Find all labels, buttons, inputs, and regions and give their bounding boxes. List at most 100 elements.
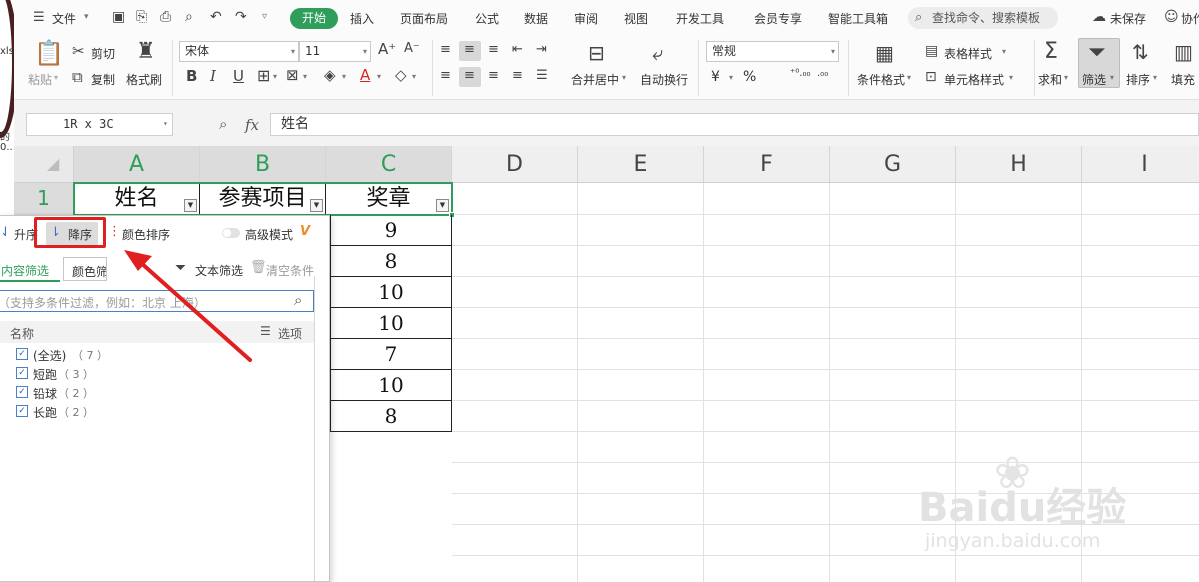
- tab-member[interactable]: 会员专享: [754, 10, 802, 27]
- zoom-formula-icon[interactable]: ⌕: [219, 117, 227, 132]
- chevron-down-icon[interactable]: ▾: [1064, 74, 1068, 82]
- file-menu[interactable]: 文件: [52, 10, 76, 27]
- font-size-select[interactable]: 11 ▾: [299, 41, 371, 62]
- sort-button[interactable]: 排序: [1126, 71, 1150, 88]
- color-sort-button[interactable]: 颜色排序: [122, 226, 170, 243]
- font-color-icon[interactable]: A: [360, 68, 370, 83]
- wrap-text-button[interactable]: 自动换行: [640, 71, 688, 88]
- shrink-font-icon[interactable]: A⁻: [404, 42, 420, 55]
- column-header-c[interactable]: C: [326, 146, 452, 183]
- formula-input[interactable]: 姓名: [270, 113, 1199, 136]
- row-header-1[interactable]: 1: [14, 183, 74, 215]
- fill-color-icon[interactable]: ◈: [324, 68, 336, 83]
- conditional-format-icon[interactable]: ▦: [875, 43, 894, 63]
- sort-asc-icon[interactable]: ⇃: [0, 226, 11, 239]
- cell-style-icon[interactable]: ⊡: [925, 70, 937, 84]
- clear-conditions-button[interactable]: 清空条件: [266, 262, 314, 279]
- list-item[interactable]: ✓ 短跑 （ 3 ）: [0, 364, 300, 383]
- chevron-down-icon[interactable]: ▾: [303, 73, 307, 81]
- chevron-down-icon[interactable]: ▾: [1110, 74, 1114, 82]
- list-item[interactable]: ✓ 长跑 （ 2 ）: [0, 402, 300, 421]
- currency-button[interactable]: ¥: [711, 69, 720, 85]
- tab-formula[interactable]: 公式: [475, 10, 499, 27]
- align-middle-icon[interactable]: ≡: [464, 43, 475, 56]
- unsaved-status[interactable]: 未保存: [1110, 10, 1146, 27]
- list-item[interactable]: ✓ 铅球 （ 2 ）: [0, 383, 300, 402]
- command-search[interactable]: ⌕ 查找命令、搜索模板: [908, 7, 1058, 29]
- font-name-select[interactable]: 宋体 ▾: [179, 41, 299, 62]
- print-icon[interactable]: ⎙: [160, 10, 171, 24]
- filter-search-input[interactable]: （支持多条件过滤，例如：北京 上海） ⌕: [0, 290, 314, 312]
- column-header-i[interactable]: I: [1082, 146, 1199, 183]
- checkbox-checked[interactable]: ✓: [16, 348, 28, 360]
- column-header-b[interactable]: B: [200, 146, 326, 183]
- tab-view[interactable]: 视图: [624, 10, 648, 27]
- hamburger-icon[interactable]: ☰: [33, 11, 45, 24]
- table-cell[interactable]: 10: [330, 370, 452, 401]
- clear-format-icon[interactable]: ◇: [395, 68, 407, 83]
- align-right-icon[interactable]: ≡: [488, 69, 499, 82]
- outdent-icon[interactable]: ⇤: [512, 43, 523, 56]
- distributed-icon[interactable]: ☰: [536, 69, 548, 82]
- column-header-f[interactable]: F: [704, 146, 830, 183]
- copy-icon[interactable]: ⧉: [72, 70, 83, 85]
- select-all-corner[interactable]: ◢: [14, 146, 74, 183]
- chevron-down-icon[interactable]: ▾: [54, 74, 58, 82]
- sum-button[interactable]: 求和: [1038, 71, 1062, 88]
- chevron-down-icon[interactable]: ▾: [622, 74, 626, 82]
- percent-button[interactable]: %: [743, 69, 756, 85]
- merge-style-icon[interactable]: ⊠: [286, 68, 299, 83]
- fill-button[interactable]: 填充: [1171, 71, 1195, 88]
- merge-center-icon[interactable]: ⊟: [588, 43, 605, 63]
- tab-smart-toolbox[interactable]: 智能工具箱: [828, 10, 888, 27]
- table-cell[interactable]: 7: [330, 339, 452, 370]
- table-cell[interactable]: 9: [330, 215, 452, 246]
- undo-icon[interactable]: ↶: [210, 10, 222, 24]
- column-header-a[interactable]: A: [74, 146, 200, 183]
- list-item[interactable]: ✓ (全选) （ 7 ）: [0, 345, 300, 364]
- copy-button[interactable]: 复制: [91, 71, 115, 88]
- chevron-down-icon[interactable]: ▾: [273, 73, 277, 81]
- border-icon[interactable]: ⊞: [257, 68, 270, 84]
- menu-icon[interactable]: ☰: [260, 325, 271, 337]
- chevron-down-icon[interactable]: ▾: [412, 73, 416, 81]
- advanced-toggle[interactable]: [222, 228, 240, 238]
- align-center-icon[interactable]: ≡: [464, 69, 475, 82]
- sort-icon[interactable]: ⇅: [1132, 42, 1149, 62]
- table-style-icon[interactable]: ▤: [925, 44, 938, 58]
- tab-page-layout[interactable]: 页面布局: [400, 10, 448, 27]
- format-painter-icon[interactable]: ♜: [136, 41, 156, 63]
- sum-icon[interactable]: Σ: [1044, 41, 1058, 63]
- chevron-down-icon[interactable]: ▾: [729, 74, 733, 82]
- export-icon[interactable]: ⎘: [136, 10, 147, 24]
- text-filter-button[interactable]: 文本筛选: [195, 262, 243, 279]
- cut-button[interactable]: 剪切: [91, 45, 115, 62]
- tab-color-filter[interactable]: 颜色筛选: [63, 257, 107, 281]
- tab-data[interactable]: 数据: [524, 10, 548, 27]
- chevron-down-icon[interactable]: ▾: [342, 73, 346, 81]
- chevron-down-icon[interactable]: ▾: [377, 73, 381, 81]
- column-header-g[interactable]: G: [830, 146, 956, 183]
- increase-decimal-button[interactable]: ⁺⁰.₀₀: [790, 68, 810, 79]
- fill-icon[interactable]: ▥: [1174, 42, 1193, 62]
- customize-icon[interactable]: ▿: [262, 12, 267, 22]
- number-format-select[interactable]: 常规 ▾: [706, 41, 839, 62]
- save-icon[interactable]: ▣: [112, 10, 125, 24]
- chevron-down-icon[interactable]: ▾: [1009, 74, 1013, 82]
- trash-icon[interactable]: 🗑: [250, 261, 267, 274]
- grow-font-icon[interactable]: A⁺: [378, 42, 396, 57]
- paste-icon[interactable]: 📋: [34, 41, 64, 65]
- justify-icon[interactable]: ≡: [512, 69, 523, 82]
- align-left-icon[interactable]: ≡: [440, 69, 451, 82]
- chevron-down-icon[interactable]: ▾: [1153, 74, 1157, 82]
- redo-icon[interactable]: ↷: [235, 10, 247, 24]
- chevron-down-icon[interactable]: ▾: [84, 13, 89, 22]
- tab-insert[interactable]: 插入: [350, 10, 374, 27]
- text-filter-icon[interactable]: ⏷: [175, 261, 186, 275]
- bold-icon[interactable]: B: [186, 69, 197, 84]
- options-button[interactable]: 选项: [278, 325, 302, 342]
- cell-style-button[interactable]: 单元格样式: [944, 71, 1004, 88]
- fx-button[interactable]: fx: [245, 116, 259, 134]
- merge-center-button[interactable]: 合并居中: [571, 71, 619, 88]
- tab-review[interactable]: 审阅: [574, 10, 598, 27]
